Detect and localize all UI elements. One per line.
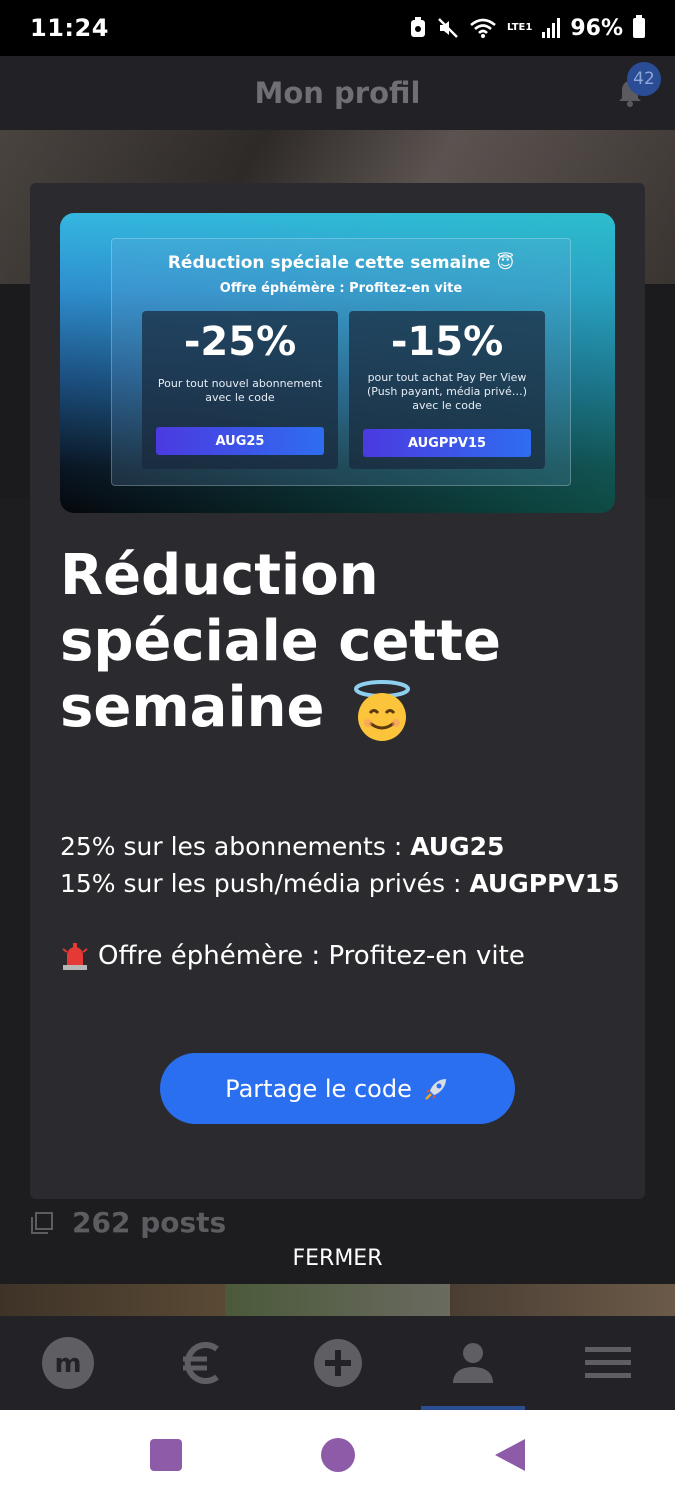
media-thumbnails [0, 1284, 675, 1316]
back-icon[interactable] [493, 1437, 527, 1473]
posts-count-row: 262 posts [30, 1206, 226, 1239]
promo-modal: Réduction spéciale cette semaine 😇 Offre… [30, 183, 645, 1199]
banner-title: Réduction spéciale cette semaine 😇 [167, 253, 515, 273]
posts-stack-icon [31, 1211, 53, 1234]
tab-home[interactable]: m [28, 1323, 108, 1403]
share-code-label: Partage le code [225, 1074, 412, 1103]
euro-icon [182, 1342, 219, 1384]
bottom-tab-bar: m [0, 1316, 675, 1410]
offer-card-subscription: -25% Pour tout nouvel abonnement avec le… [142, 311, 338, 469]
tab-create[interactable] [298, 1323, 378, 1403]
tab-menu[interactable] [568, 1323, 648, 1403]
mute-icon [438, 18, 458, 38]
tab-profile[interactable] [420, 1323, 525, 1410]
wifi-icon [470, 18, 496, 38]
alert-text: Offre éphémère : Profitez-en vite [98, 941, 525, 971]
discount-line-subscriptions: 25% sur les abonnements : AUG25 [60, 828, 630, 865]
banner-card: Réduction spéciale cette semaine 😇 Offre… [111, 238, 571, 486]
offer-percent: -25% [183, 319, 297, 365]
discount-line-private-media: 15% sur les push/média privés : AUGPPV15 [60, 865, 630, 902]
line-text: 15% sur les push/média privés : [60, 869, 470, 898]
promo-banner-image: Réduction spéciale cette semaine 😇 Offre… [60, 213, 615, 513]
status-icons: LTE1 96% [409, 15, 645, 41]
modal-heading-text: Réduction spéciale cette semaine [60, 543, 501, 740]
battery-percent: 96% [570, 15, 623, 41]
app-header: Mon profil 42 [0, 56, 675, 130]
offer-percent: -15% [390, 319, 504, 365]
code-text: AUGPPV15 [469, 869, 620, 898]
share-code-button[interactable]: Partage le code [160, 1053, 515, 1124]
rocket-icon [424, 1078, 446, 1100]
offer-card-ppv: -15% pour tout achat Pay Per View (Push … [349, 311, 545, 469]
notification-badge: 42 [627, 62, 661, 96]
close-button[interactable]: FERMER [0, 1246, 675, 1271]
data-saver-icon [411, 17, 425, 37]
system-nav-bar [0, 1410, 675, 1500]
svg-text:m: m [54, 1349, 81, 1379]
page-title: Mon profil [254, 76, 421, 110]
offer-code-badge: AUGPPV15 [363, 429, 531, 457]
battery-icon [633, 15, 645, 38]
status-time: 11:24 [30, 14, 109, 42]
status-bar: 11:24 LTE1 96% [0, 0, 675, 56]
alert-line: Offre éphémère : Profitez-en vite [60, 941, 630, 971]
tab-earnings[interactable] [163, 1323, 243, 1403]
modal-heading: Réduction spéciale cette semaine [60, 543, 615, 743]
smiling-angel-emoji-icon [354, 679, 410, 741]
person-icon [452, 1343, 493, 1383]
rotating-light-icon [62, 943, 88, 970]
thumbnail[interactable] [225, 1284, 450, 1316]
signal-icon [542, 18, 561, 38]
modal-body: 25% sur les abonnements : AUG25 15% sur … [60, 828, 630, 902]
hamburger-menu-icon [584, 1347, 631, 1378]
line-text: 25% sur les abonnements : [60, 832, 411, 861]
recent-apps-icon[interactable] [149, 1438, 183, 1472]
thumbnail[interactable] [450, 1284, 675, 1316]
code-text: AUG25 [410, 832, 505, 861]
offer-code-badge: AUG25 [156, 427, 324, 455]
thumbnail[interactable] [0, 1284, 225, 1316]
plus-circle-icon [313, 1339, 362, 1387]
banner-subtitle: Offre éphémère : Profitez-en vite [219, 281, 463, 296]
m-logo-icon: m [41, 1337, 94, 1389]
lte-label: LTE1 [507, 22, 533, 33]
home-icon[interactable] [320, 1437, 356, 1473]
posts-count: 262 posts [72, 1206, 227, 1239]
offer-description: Pour tout nouvel abonnement avec le code [157, 377, 323, 404]
offer-description: pour tout achat Pay Per View (Push payan… [366, 371, 528, 412]
